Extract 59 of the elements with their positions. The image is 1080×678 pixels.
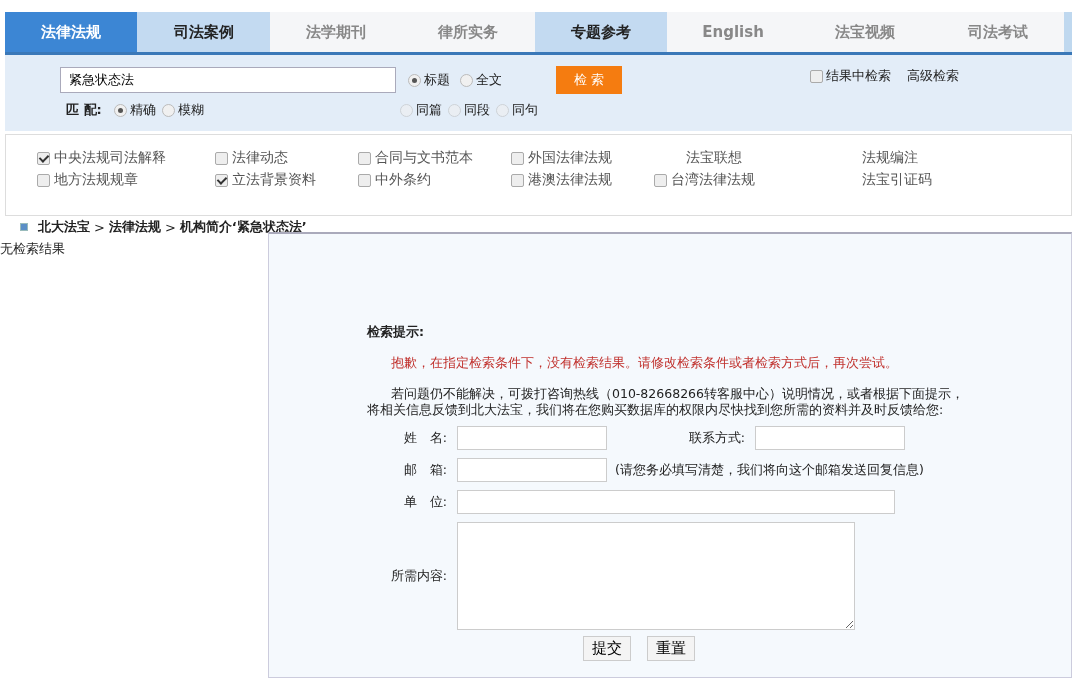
checkbox[interactable] — [215, 151, 228, 165]
checkbox[interactable] — [810, 69, 823, 83]
email-field[interactable] — [457, 458, 607, 482]
search-field[interactable]: 紧急状态法 — [60, 67, 396, 93]
database-link[interactable]: 法宝引证码 — [862, 171, 932, 189]
breadcrumb-item[interactable]: 北大法宝 — [38, 218, 90, 236]
name-field[interactable] — [457, 426, 607, 450]
checkbox[interactable] — [37, 173, 50, 187]
breadcrumb-item[interactable]: 法律法规 — [108, 218, 161, 236]
nav-tab[interactable]: 专题参考 — [534, 12, 667, 52]
error-message: 抱歉，在指定检索条件下，没有检索结果。请修改检索条件或者检索方式后，再次尝试。 — [391, 355, 899, 372]
checkbox[interactable] — [215, 173, 228, 187]
field-label: 邮 箱: — [402, 461, 448, 479]
database-link[interactable]: 法宝联想 — [654, 149, 742, 167]
email-note: (请您务必填写清楚，我们将向这个邮箱发送回复信息) — [615, 461, 924, 479]
help-paragraph: 若问题仍不能解决，可拨打咨询热线（010-82668266转客服中心）说明情况，或者根据下面提示，将相关信息反馈到北大法宝，我们将在您购买数据库的权限内尽快找到您所需的资料并及时反馈给您: — [367, 386, 965, 418]
checkbox-label[interactable]: 港澳法律法规 — [528, 171, 612, 189]
checkbox[interactable] — [654, 173, 667, 187]
breadcrumb-separator: > — [164, 219, 176, 235]
square-bullet-icon — [20, 223, 28, 231]
checkbox[interactable] — [358, 173, 371, 187]
checkbox[interactable] — [511, 151, 524, 165]
radio-label[interactable]: 标题 — [424, 71, 450, 89]
nav-tab[interactable]: 司法案例 — [137, 12, 270, 52]
checkbox-label[interactable]: 立法背景资料 — [232, 171, 316, 189]
reset-button[interactable]: 重置 — [647, 636, 695, 661]
radio-button[interactable] — [113, 103, 127, 117]
help-title: 检索提示: — [367, 324, 425, 341]
breadcrumb-separator: > — [94, 219, 105, 235]
checkbox[interactable] — [358, 151, 371, 165]
radio-button[interactable] — [460, 73, 473, 87]
checkbox-label[interactable]: 外国法律法规 — [528, 149, 612, 167]
field-label: 姓 名: — [402, 429, 448, 447]
database-link[interactable]: 法规编注 — [862, 149, 918, 167]
field-label: 单 位: — [402, 493, 448, 511]
checkbox[interactable] — [511, 173, 524, 187]
content-textarea[interactable] — [457, 522, 855, 630]
radio-button[interactable] — [408, 73, 421, 87]
checkbox-label[interactable]: 中央法规司法解释 — [54, 149, 166, 167]
radio-label[interactable]: 精确 — [129, 101, 156, 119]
checkbox-label[interactable]: 中外条约 — [375, 171, 431, 189]
radio-label[interactable]: 模糊 — [177, 101, 204, 119]
checkbox-label[interactable]: 台湾法律法规 — [671, 171, 755, 189]
unit-field[interactable] — [457, 490, 895, 514]
submit-button[interactable]: 提交 — [583, 636, 631, 661]
checkbox-label[interactable]: 结果中检索 — [826, 67, 891, 85]
checkbox-label[interactable]: 合同与文书范本 — [375, 149, 473, 167]
advanced-search-link[interactable]: 高级检索 — [907, 67, 959, 85]
match-label: 匹 配: — [66, 101, 102, 119]
radio-label[interactable]: 全文 — [476, 71, 502, 89]
checkbox-label[interactable]: 地方法规规章 — [54, 171, 138, 189]
contact-field[interactable] — [755, 426, 905, 450]
field-label: 联系方式: — [687, 429, 746, 447]
no-results-text: 无检索结果 — [0, 241, 65, 256]
nav-tab[interactable]: 法律法规 — [5, 12, 138, 52]
checkbox-label[interactable]: 法律动态 — [232, 149, 288, 167]
checkbox[interactable] — [37, 151, 50, 165]
radio-button[interactable] — [161, 103, 175, 117]
field-label: 所需内容: — [389, 567, 448, 585]
